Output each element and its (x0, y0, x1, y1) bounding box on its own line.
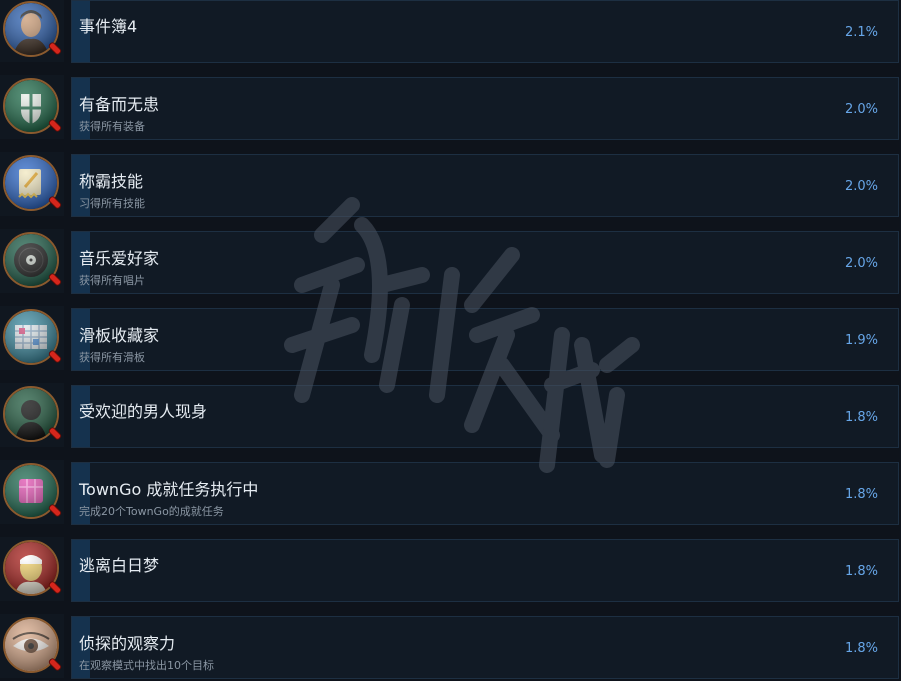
achievement-row[interactable]: 滑板收藏家获得所有滑板 1.9% (0, 296, 901, 373)
unlock-percent: 1.8% (844, 410, 878, 425)
achievement-row[interactable]: 逃离白日梦 1.8% (0, 527, 901, 604)
achievement-description: 获得所有唱片 (79, 274, 145, 287)
achievement-title: 有备而无患 (79, 95, 160, 114)
achievement-row[interactable]: 受欢迎的男人现身 1.8% (0, 373, 901, 450)
magnifier-handle-icon (48, 350, 62, 363)
achievement-title: 称霸技能 (79, 172, 144, 191)
achievement-row[interactable]: 称霸技能习得所有技能 2.0% (0, 142, 901, 219)
achievement-card: TownGo 成就任务执行中完成20个TownGo的成就任务 1.8% (71, 462, 899, 525)
unlock-percent: 1.8% (844, 487, 878, 502)
achievement-title: TownGo 成就任务执行中 (79, 480, 259, 499)
magnifier-handle-icon (48, 427, 62, 440)
magnifier-handle-icon (48, 42, 62, 55)
achievement-icon-frame (0, 229, 64, 293)
achievement-title: 侦探的观察力 (79, 634, 176, 653)
magnifier-handle-icon (48, 119, 62, 132)
achievement-icon-frame (0, 152, 64, 216)
magnifier-handle-icon (48, 658, 62, 671)
unlock-percent: 2.1% (844, 25, 878, 40)
achievement-description: 获得所有装备 (79, 120, 145, 133)
magnifier-handle-icon (48, 196, 62, 209)
achievement-description: 获得所有滑板 (79, 351, 145, 364)
achievement-description: 习得所有技能 (79, 197, 145, 210)
achievement-card: 音乐爱好家获得所有唱片 2.0% (71, 231, 899, 294)
unlock-percent: 2.0% (844, 179, 878, 194)
achievement-card: 滑板收藏家获得所有滑板 1.9% (71, 308, 899, 371)
achievement-title: 音乐爱好家 (79, 249, 160, 268)
achievement-icon-frame (0, 614, 64, 678)
achievement-title: 受欢迎的男人现身 (79, 402, 208, 421)
achievement-card: 有备而无患获得所有装备 2.0% (71, 77, 899, 140)
unlock-percent: 1.9% (844, 333, 878, 348)
achievement-card: 称霸技能习得所有技能 2.0% (71, 154, 899, 217)
achievement-description: 完成20个TownGo的成就任务 (79, 505, 224, 518)
achievement-title: 逃离白日梦 (79, 556, 160, 575)
achievement-card: 受欢迎的男人现身 1.8% (71, 385, 899, 448)
achievement-card: 事件簿4 2.1% (71, 0, 899, 63)
unlock-percent: 2.0% (844, 102, 878, 117)
magnifier-handle-icon (48, 273, 62, 286)
magnifier-handle-icon (48, 504, 62, 517)
unlock-percent: 2.0% (844, 256, 878, 271)
achievement-icon-frame (0, 0, 64, 62)
achievement-row[interactable]: 侦探的观察力在观察模式中找出10个目标 1.8% (0, 604, 901, 681)
achievement-row[interactable]: 有备而无患获得所有装备 2.0% (0, 65, 901, 142)
achievement-card: 侦探的观察力在观察模式中找出10个目标 1.8% (71, 616, 899, 679)
achievement-description: 在观察模式中找出10个目标 (79, 659, 214, 672)
achievement-icon-frame (0, 537, 64, 601)
unlock-percent: 1.8% (844, 641, 878, 656)
achievement-title: 事件簿4 (79, 17, 138, 36)
unlock-percent: 1.8% (844, 564, 878, 579)
achievement-icon-frame (0, 383, 64, 447)
magnifier-handle-icon (48, 581, 62, 594)
achievement-icon-frame (0, 460, 64, 524)
achievement-row[interactable]: TownGo 成就任务执行中完成20个TownGo的成就任务 1.8% (0, 450, 901, 527)
achievement-row[interactable]: 事件簿4 2.1% (0, 0, 901, 65)
achievement-icon-frame (0, 306, 64, 370)
achievement-icon-frame (0, 75, 64, 139)
achievement-row[interactable]: 音乐爱好家获得所有唱片 2.0% (0, 219, 901, 296)
achievement-title: 滑板收藏家 (79, 326, 160, 345)
achievement-card: 逃离白日梦 1.8% (71, 539, 899, 602)
